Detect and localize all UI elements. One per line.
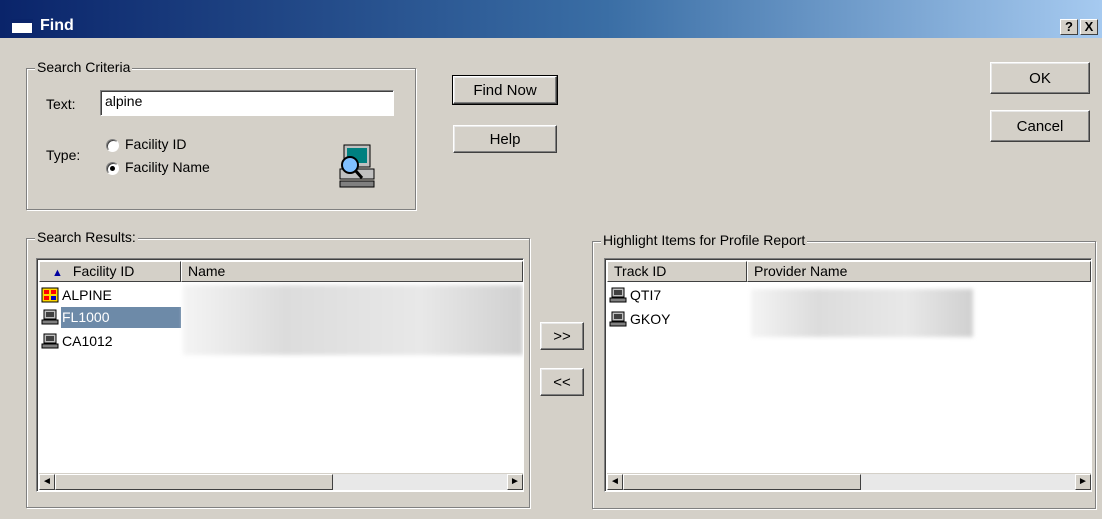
result-id: CA1012 bbox=[62, 333, 113, 349]
title-bar: Find ? X bbox=[0, 0, 1102, 38]
remove-from-highlight-button[interactable]: << bbox=[540, 368, 584, 396]
ok-button[interactable]: OK bbox=[990, 62, 1090, 94]
column-header-facility-id[interactable]: ▲ Facility ID bbox=[39, 261, 181, 282]
column-header-provider-name-label: Provider Name bbox=[754, 263, 848, 279]
facility-id-radio-label[interactable]: Facility ID bbox=[125, 136, 186, 152]
window-icon bbox=[11, 19, 33, 34]
scroll-left-button[interactable]: ◄ bbox=[607, 474, 623, 490]
column-header-facility-id-label: Facility ID bbox=[72, 263, 135, 279]
highlight-items-list[interactable]: Track ID Provider Name QTI7 GKOY ◄ ► bbox=[604, 258, 1092, 492]
column-header-name[interactable]: Name bbox=[181, 261, 523, 282]
sort-ascending-icon: ▲ bbox=[52, 267, 63, 279]
close-button[interactable]: X bbox=[1080, 19, 1098, 35]
redacted-provider-names bbox=[751, 289, 973, 337]
computer-facility-icon bbox=[41, 333, 59, 349]
red-facility-icon bbox=[41, 287, 59, 303]
highlight-id: QTI7 bbox=[630, 287, 662, 303]
highlight-row-gkoy[interactable]: GKOY bbox=[609, 309, 747, 330]
results-horizontal-scrollbar[interactable]: ◄ ► bbox=[39, 473, 523, 490]
column-header-track-id[interactable]: Track ID bbox=[607, 261, 747, 282]
window-title: Find bbox=[40, 17, 74, 34]
computer-facility-icon bbox=[41, 309, 59, 325]
column-header-provider-name[interactable]: Provider Name bbox=[747, 261, 1091, 282]
cancel-button[interactable]: Cancel bbox=[990, 110, 1090, 142]
facility-id-radio[interactable] bbox=[106, 139, 119, 152]
add-to-highlight-button[interactable]: >> bbox=[540, 322, 584, 350]
text-label: Text: bbox=[46, 96, 76, 112]
result-row-alpine[interactable]: ALPINE bbox=[41, 285, 181, 306]
highlight-id: GKOY bbox=[630, 311, 671, 327]
column-header-name-label: Name bbox=[188, 263, 226, 279]
type-label: Type: bbox=[46, 147, 81, 163]
scroll-left-button[interactable]: ◄ bbox=[39, 474, 55, 490]
search-results-list[interactable]: ▲ Facility ID Name ALPINE FL1000 CA1012 ◄… bbox=[36, 258, 524, 492]
facility-name-radio[interactable] bbox=[106, 162, 119, 175]
highlight-row-qti7[interactable]: QTI7 bbox=[609, 285, 747, 306]
find-computer-icon bbox=[339, 144, 375, 188]
computer-facility-icon bbox=[609, 287, 627, 303]
search-criteria-label: Search Criteria bbox=[35, 59, 133, 75]
result-row-ca1012[interactable]: CA1012 bbox=[41, 331, 181, 352]
scroll-right-button[interactable]: ► bbox=[1075, 474, 1091, 490]
search-text-input[interactable]: alpine bbox=[100, 90, 394, 116]
result-id: ALPINE bbox=[62, 287, 112, 303]
result-id: FL1000 bbox=[61, 307, 181, 328]
highlight-horizontal-scrollbar[interactable]: ◄ ► bbox=[607, 473, 1091, 490]
scroll-right-button[interactable]: ► bbox=[507, 474, 523, 490]
help-title-button[interactable]: ? bbox=[1060, 19, 1078, 35]
search-results-label: Search Results: bbox=[35, 229, 138, 245]
result-row-fl1000[interactable]: FL1000 bbox=[41, 307, 181, 328]
highlight-items-label: Highlight Items for Profile Report bbox=[601, 232, 808, 248]
find-now-button[interactable]: Find Now bbox=[452, 75, 558, 105]
help-button[interactable]: Help bbox=[453, 125, 557, 153]
computer-facility-icon bbox=[609, 311, 627, 327]
redacted-names bbox=[183, 285, 523, 355]
column-header-track-id-label: Track ID bbox=[614, 263, 667, 279]
scroll-thumb[interactable] bbox=[623, 474, 861, 490]
facility-name-radio-label[interactable]: Facility Name bbox=[125, 159, 210, 175]
scroll-thumb[interactable] bbox=[55, 474, 333, 490]
